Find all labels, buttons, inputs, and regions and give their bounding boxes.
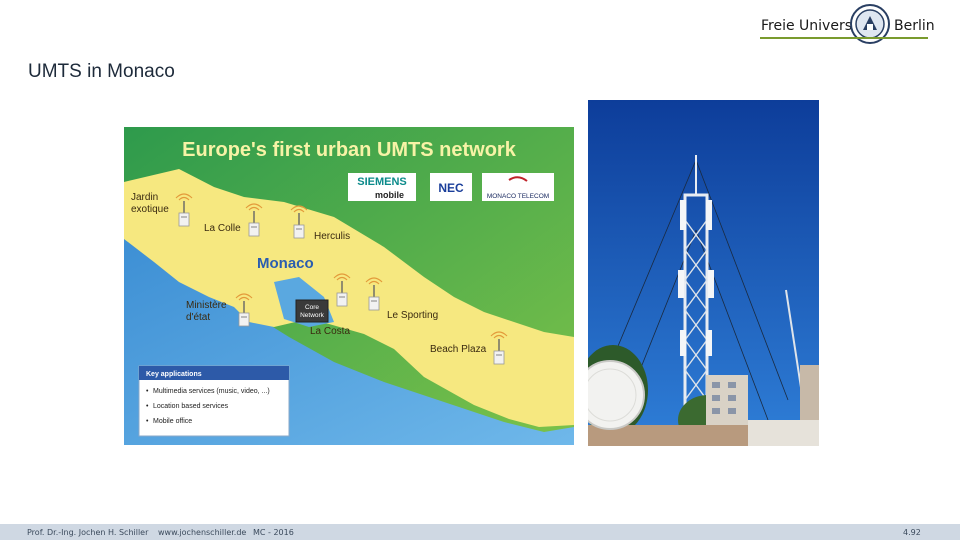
- slide-title: UMTS in Monaco: [28, 61, 175, 82]
- key-item: Mobile office: [153, 418, 192, 425]
- place-label-monaco: Monaco: [257, 255, 314, 272]
- sponsor-mobile: mobile: [375, 190, 404, 200]
- core-network-label: Network: [300, 312, 325, 319]
- logo-underline: [760, 37, 928, 39]
- university-logo: Freie Universität Berlin: [758, 4, 935, 50]
- place-label: La Costa: [310, 326, 350, 337]
- place-label: exotique: [131, 204, 169, 215]
- core-network-label: Core: [305, 304, 319, 311]
- footer-website[interactable]: www.jochenschiller.de: [158, 528, 246, 537]
- place-label: Le Sporting: [387, 310, 438, 321]
- footer-author: Prof. Dr.-Ing. Jochen H. Schiller: [27, 528, 149, 537]
- logo-text-right: Berlin: [894, 18, 935, 34]
- key-item: Location based services: [153, 403, 229, 410]
- footer-course: MC - 2016: [253, 528, 294, 537]
- sponsor-nec: NEC: [438, 181, 464, 195]
- map-heading: Europe's first urban UMTS network: [182, 139, 517, 161]
- place-label: Ministère: [186, 300, 227, 311]
- key-box-title: Key applications: [146, 371, 202, 378]
- place-label: Beach Plaza: [430, 344, 487, 355]
- footer-bar: Prof. Dr.-Ing. Jochen H. Schiller www.jo…: [0, 524, 960, 540]
- key-item: Multimedia services (music, video, ...): [153, 388, 270, 395]
- place-label: La Colle: [204, 223, 241, 234]
- place-label: Jardin: [131, 192, 158, 203]
- antenna-tower-photo: [588, 100, 819, 446]
- place-label: Herculis: [314, 231, 350, 242]
- sponsor-monaco-telecom: MONACO TELECOM: [487, 193, 549, 200]
- place-label: d'état: [186, 312, 210, 323]
- sponsor-siemens: SIEMENS: [357, 176, 407, 188]
- monaco-network-map: Europe's first urban UMTS network SIEMEN…: [124, 127, 574, 445]
- footer-page-number: 4.92: [903, 528, 921, 537]
